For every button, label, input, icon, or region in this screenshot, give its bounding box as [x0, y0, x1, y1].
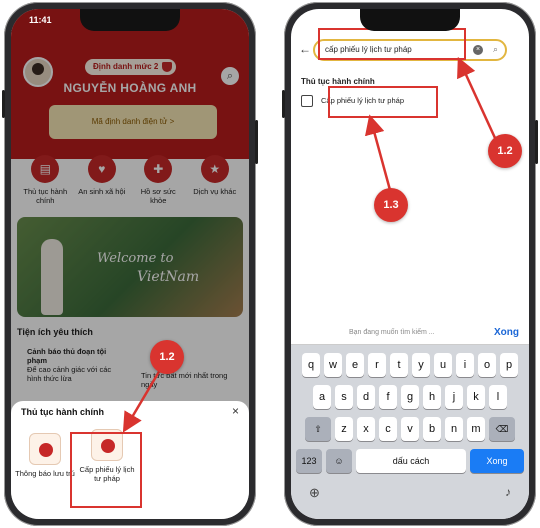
key[interactable]: c: [379, 417, 397, 441]
side-button: [255, 120, 258, 164]
close-icon[interactable]: ×: [232, 404, 239, 418]
back-arrow-icon[interactable]: ←: [299, 42, 311, 56]
microphone-icon[interactable]: ♪: [505, 485, 511, 501]
key[interactable]: t: [390, 353, 408, 377]
key-row-4: 123 ☺ dấu cách Xong: [291, 449, 529, 473]
side-button: [2, 90, 5, 118]
document-icon: [301, 95, 313, 107]
key[interactable]: x: [357, 417, 375, 441]
key[interactable]: n: [445, 417, 463, 441]
tile-residence-notice[interactable]: Thông báo lưu trú: [15, 433, 75, 478]
tile-label: Thông báo lưu trú: [15, 469, 75, 478]
key[interactable]: k: [467, 385, 485, 409]
key[interactable]: y: [412, 353, 430, 377]
step-marker-1-2: 1.2: [488, 134, 522, 168]
key-row-3: ⇧ zxcvbnm ⌫: [291, 417, 529, 441]
key[interactable]: w: [324, 353, 342, 377]
key[interactable]: u: [434, 353, 452, 377]
globe-icon[interactable]: ⊕: [309, 485, 320, 501]
key[interactable]: q: [302, 353, 320, 377]
section-title: Thủ tục hành chính: [301, 77, 375, 86]
key[interactable]: s: [335, 385, 353, 409]
key[interactable]: j: [445, 385, 463, 409]
key-row-2: asdfghjkl: [291, 385, 529, 409]
shift-key[interactable]: ⇧: [305, 417, 331, 441]
status-time: 11:41: [29, 15, 52, 25]
highlight-tile: [70, 432, 142, 508]
suggestion-bar: Bạn đang muốn tìm kiếm ... Xong: [291, 323, 529, 345]
done-button[interactable]: Xong: [494, 327, 519, 338]
key[interactable]: p: [500, 353, 518, 377]
residence-icon: [29, 433, 61, 465]
side-button: [535, 120, 538, 164]
backspace-key[interactable]: ⌫: [489, 417, 515, 441]
search-icon[interactable]: ⌕: [493, 44, 498, 55]
key[interactable]: r: [368, 353, 386, 377]
side-button: [282, 90, 285, 118]
sheet-title: Thủ tục hành chính: [21, 407, 104, 417]
keyboard: Bạn đang muốn tìm kiếm ... Xong qwertyuio…: [291, 323, 529, 519]
suggestion-text: Bạn đang muốn tìm kiếm ...: [349, 329, 435, 336]
key[interactable]: g: [401, 385, 419, 409]
step-marker-1-3: 1.3: [374, 188, 408, 222]
key[interactable]: a: [313, 385, 331, 409]
key[interactable]: f: [379, 385, 397, 409]
highlight-result: [328, 86, 438, 118]
numbers-key[interactable]: 123: [296, 449, 322, 473]
notch: [80, 9, 180, 31]
key[interactable]: l: [489, 385, 507, 409]
key-row-1: qwertyuiop: [291, 353, 529, 377]
key[interactable]: h: [423, 385, 441, 409]
right-phone: ← cấp phiếu lý lịch tư pháp × ⌕ Thủ tục …: [284, 2, 536, 526]
key[interactable]: e: [346, 353, 364, 377]
notch: [360, 9, 460, 31]
key[interactable]: d: [357, 385, 375, 409]
key[interactable]: o: [478, 353, 496, 377]
key[interactable]: v: [401, 417, 419, 441]
clear-icon[interactable]: ×: [473, 45, 483, 55]
key-row-5: ⊕ ♪: [291, 485, 529, 501]
key[interactable]: i: [456, 353, 474, 377]
step-marker-1-2: 1.2: [150, 340, 184, 374]
key[interactable]: b: [423, 417, 441, 441]
key[interactable]: m: [467, 417, 485, 441]
key[interactable]: z: [335, 417, 353, 441]
emoji-icon[interactable]: ☺: [326, 449, 352, 473]
space-key[interactable]: dấu cách: [356, 449, 466, 473]
go-key[interactable]: Xong: [470, 449, 524, 473]
highlight-search: [318, 28, 466, 60]
